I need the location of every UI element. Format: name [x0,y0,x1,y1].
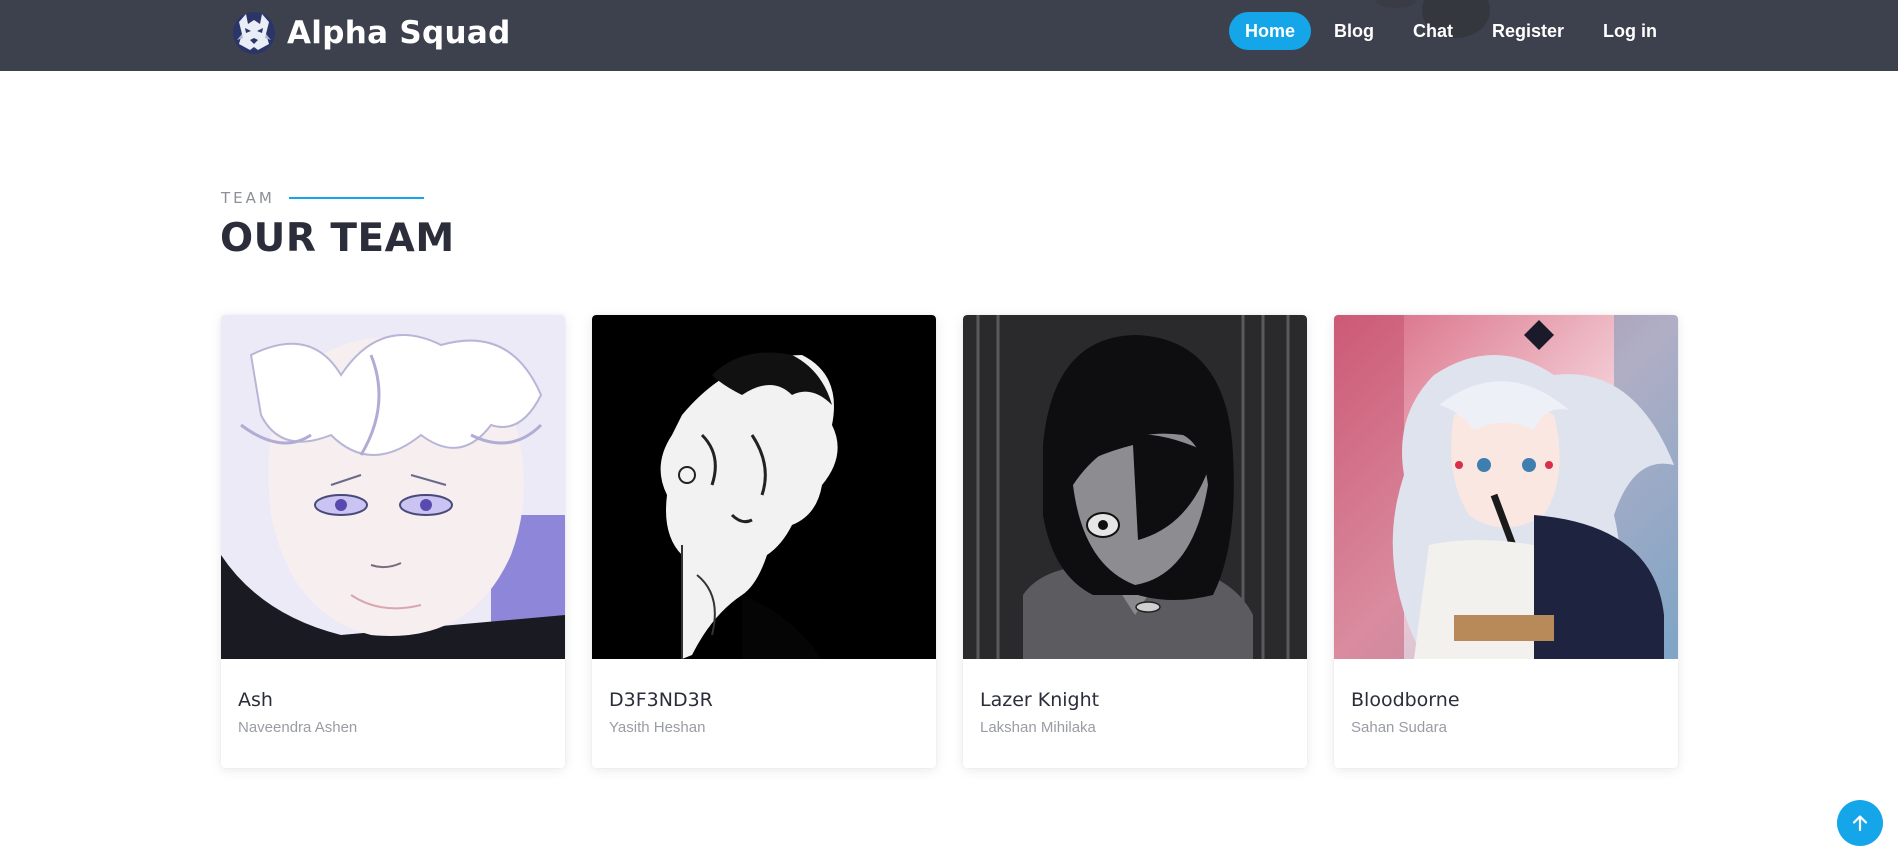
nav-item-register[interactable]: Register [1476,12,1580,50]
member-role: Lakshan Mihilaka [980,719,1096,736]
section-label: TEAM [221,189,424,207]
arrow-up-icon [1852,815,1868,832]
main-nav: Home Blog Chat Register Log in [1222,12,1673,50]
member-photo [221,315,565,659]
member-name: Lazer Knight [980,689,1100,711]
header-decoration [1376,0,1416,8]
member-photo [592,315,936,659]
nav-item-chat[interactable]: Chat [1397,12,1469,50]
section-title: OUR TEAM [220,216,455,261]
member-name: Bloodborne [1351,689,1460,711]
team-card[interactable]: Ash Naveendra Ashen [221,315,565,768]
member-name: D3F3ND3R [609,689,713,711]
team-card[interactable]: Lazer Knight Lakshan Mihilaka [963,315,1307,768]
nav-item-home[interactable]: Home [1228,12,1311,50]
member-role: Naveendra Ashen [238,719,358,736]
member-photo [1334,315,1678,659]
member-photo [963,315,1307,659]
team-card[interactable]: Bloodborne Sahan Sudara [1334,315,1678,768]
wolf-logo-icon [233,12,275,54]
section-label-text: TEAM [221,189,275,207]
nav-item-blog[interactable]: Blog [1318,12,1390,50]
team-card[interactable]: D3F3ND3R Yasith Heshan [592,315,936,768]
member-role: Yasith Heshan [609,719,706,736]
brand-link[interactable]: Alpha Squad [231,8,511,58]
section-divider [288,197,424,199]
member-role: Sahan Sudara [1351,719,1447,736]
site-header: Alpha Squad Home Blog Chat Register Log … [0,0,1898,71]
member-name: Ash [238,689,273,711]
brand-name: Alpha Squad [287,15,511,51]
back-to-top-button[interactable] [1837,800,1883,846]
nav-item-login[interactable]: Log in [1587,12,1673,50]
